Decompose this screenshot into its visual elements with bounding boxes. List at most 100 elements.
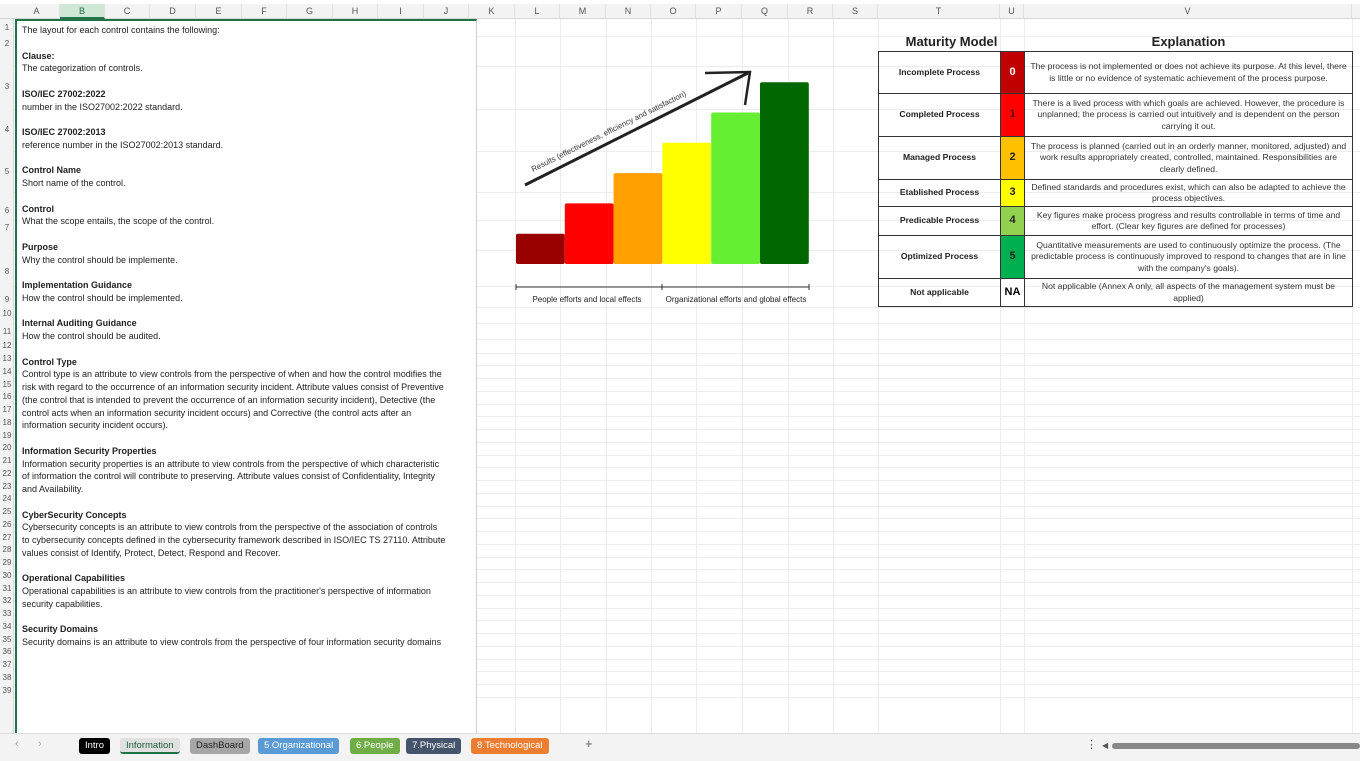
sheet-tab-organizational[interactable]: 5.Organizational [258,738,340,754]
row-header-22[interactable]: 22 [0,469,14,478]
column-header-F[interactable]: F [242,4,287,19]
sheet-tab-intro[interactable]: Intro [79,738,111,754]
row-header-3[interactable]: 3 [0,82,14,91]
more-options-icon[interactable]: ⋮ [1086,738,1097,751]
column-header-A[interactable]: A [14,4,60,19]
row-header-37[interactable]: 37 [0,660,14,669]
sheet-tab-information[interactable]: Information [120,738,180,754]
row-header-29[interactable]: 29 [0,558,14,567]
sheet-tab-bar: ‹ › Intro Information DashBoard 5.Organizat… [0,733,1360,761]
section-title: Control Name [22,165,82,176]
column-header-E[interactable]: E [196,4,242,19]
section-body: number in the ISO27002:2022 standard. [22,101,183,112]
column-header-S[interactable]: S [833,4,878,19]
row-header-15[interactable]: 15 [0,380,14,389]
maturity-bar-4 [711,112,760,264]
sheet-tab-technological[interactable]: 8.Technological [471,738,549,754]
column-header-P[interactable]: P [696,4,742,19]
row-header-20[interactable]: 20 [0,443,14,452]
row-header-10[interactable]: 10 [0,309,14,318]
row-header-23[interactable]: 23 [0,482,14,491]
section-title: ISO/IEC 27002:2013 [22,127,106,137]
add-sheet-button[interactable]: + [585,736,593,751]
row-header-12[interactable]: 12 [0,341,14,350]
row-header-4[interactable]: 4 [0,125,14,134]
column-header-J[interactable]: J [424,4,469,19]
row-header-19[interactable]: 19 [0,431,14,440]
column-header-T[interactable]: T [878,4,1000,19]
section-title: Internal Auditing Guidance [22,318,137,329]
layout-description-cell[interactable]: The layout for each control contains the… [15,19,477,733]
section: Control What the scope entails, the scope… [22,203,476,229]
column-header-N[interactable]: N [606,4,651,19]
row-header-1[interactable]: 1 [0,23,14,32]
row-header-6[interactable]: 6 [0,206,14,215]
maturity-level-name: Managed Process [878,136,1001,180]
maturity-level-name: Incomplete Process [878,51,1001,94]
section-body: Information security properties is an at… [22,458,440,495]
row-header-16[interactable]: 16 [0,392,14,401]
maturity-bar-5 [760,82,809,264]
row-header-2[interactable]: 2 [0,39,14,48]
prev-sheet-button[interactable]: ‹ [15,738,19,750]
row-header-33[interactable]: 33 [0,609,14,618]
row-header-34[interactable]: 34 [0,622,14,631]
section: ISO/IEC 27002:2013 reference number in th… [22,126,476,152]
section-title: Control [22,203,54,214]
column-header-K[interactable]: K [469,4,515,19]
column-header-D[interactable]: D [150,4,196,19]
row-header-17[interactable]: 17 [0,405,14,414]
sheet-tab-people[interactable]: 6.People [350,738,400,754]
column-header-Q[interactable]: Q [742,4,788,19]
next-sheet-button[interactable]: › [38,738,42,750]
row-header-27[interactable]: 27 [0,533,14,542]
sheet-tab-dashboard[interactable]: DashBoard [190,738,250,754]
scroll-left-icon[interactable]: ◀ [1102,741,1108,750]
maturity-row: Managed Process 2 The process is planned (… [878,136,1353,180]
column-header-L[interactable]: L [515,4,560,19]
row-header-14[interactable]: 14 [0,367,14,376]
section: ISO/IEC 27002:2022 number in the ISO27002… [22,88,476,114]
section-body: Operational capabilities is an attribute… [22,586,431,609]
row-header-32[interactable]: 32 [0,596,14,605]
row-header-31[interactable]: 31 [0,584,14,593]
sheet-tab-physical[interactable]: 7.Physical [406,738,462,754]
row-header-9[interactable]: 9 [0,295,14,304]
section-body: What the scope entails, the scope of the… [22,216,215,227]
row-header-39[interactable]: 39 [0,686,14,695]
column-header-V[interactable]: V [1024,4,1352,19]
maturity-level-explanation: Defined standards and procedures exist, … [1024,179,1353,207]
row-header-38[interactable]: 38 [0,673,14,682]
row-header-18[interactable]: 18 [0,418,14,427]
row-header-24[interactable]: 24 [0,494,14,503]
horizontal-scrollbar[interactable] [1112,743,1360,749]
row-header-13[interactable]: 13 [0,354,14,363]
column-header-O[interactable]: O [651,4,696,19]
row-header-35[interactable]: 35 [0,635,14,644]
column-header-U[interactable]: U [1000,4,1024,19]
row-header-36[interactable]: 36 [0,647,14,656]
maturity-model-table: Maturity Model Explanation Incomplete Pr… [878,33,1353,307]
row-header-8[interactable]: 8 [0,267,14,276]
column-header-M[interactable]: M [560,4,606,19]
section-title: ISO/IEC 27002:2022 [22,88,106,99]
row-header-25[interactable]: 25 [0,507,14,516]
column-header-H[interactable]: H [333,4,378,19]
row-header-30[interactable]: 30 [0,571,14,580]
row-header-5[interactable]: 5 [0,167,14,176]
section-body: reference number in the ISO27002:2013 st… [22,139,224,150]
row-header-7[interactable]: 7 [0,223,14,232]
row-header-21[interactable]: 21 [0,456,14,465]
section-title: Information Security Properties [22,445,157,456]
column-header-B[interactable]: B [60,4,105,19]
column-header-G[interactable]: G [287,4,333,19]
section: Information Security Properties Informati… [22,445,476,496]
row-header-26[interactable]: 26 [0,520,14,529]
row-header-28[interactable]: 28 [0,545,14,554]
maturity-level-name: Not applicable [878,278,1001,307]
column-header-C[interactable]: C [105,4,150,19]
section-body: Short name of the control. [22,178,126,188]
column-header-I[interactable]: I [378,4,424,19]
column-header-R[interactable]: R [788,4,833,19]
row-header-11[interactable]: 11 [0,327,14,336]
